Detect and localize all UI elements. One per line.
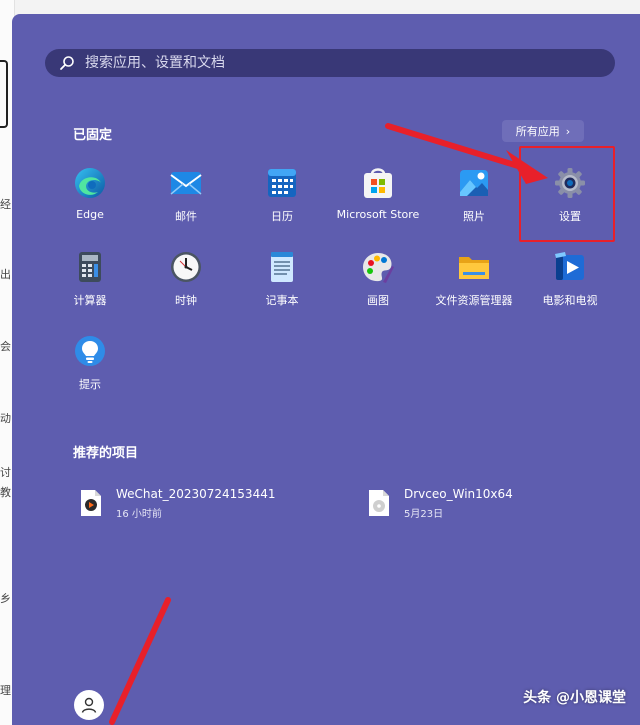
photos-icon [460,170,488,196]
movies-tv-icon [555,252,584,280]
user-icon [81,697,97,713]
recommended-item[interactable]: WeChat_20230724153441 16 小时前 [80,487,275,520]
file-explorer-icon [459,257,489,279]
settings-highlight-frame [519,146,615,242]
pinned-app-label: Edge [76,208,104,221]
pinned-app-movies-tv[interactable]: 电影和电视 [522,250,618,324]
recommended-item-time: 5月23日 [404,509,444,520]
recommended-item-name: WeChat_20230724153441 [116,487,276,501]
notepad-icon [271,252,293,282]
pinned-app-label: 文件资源管理器 [435,294,513,307]
search-input[interactable] [83,54,567,72]
recommended-item-time: 16 小时前 [116,509,162,520]
pinned-app-label: 画图 [367,294,389,307]
pinned-app-notepad[interactable]: 记事本 [234,250,330,324]
chevron-right-icon: › [565,124,571,138]
pinned-app-label: 邮件 [175,210,197,223]
pinned-section-title: 已固定 [73,128,113,143]
start-menu: 已固定 所有应用 › Edge 邮件 [12,14,640,725]
pinned-app-paint[interactable]: 画图 [330,250,426,324]
calendar-icon [268,169,296,197]
pinned-app-label: 时钟 [175,294,197,307]
pinned-app-file-explorer[interactable]: 文件资源管理器 [426,250,522,324]
background-selection-outline [0,60,8,128]
tips-icon [75,336,105,366]
recommended-item[interactable]: Drvceo_Win10x64 5月23日 [368,487,513,520]
pinned-app-calculator[interactable]: 计算器 [42,250,138,324]
pinned-app-tips[interactable]: 提示 [42,334,138,408]
pinned-app-photos[interactable]: 照片 [426,166,522,240]
pinned-app-label: 记事本 [265,294,299,307]
recommended-section-title: 推荐的项目 [73,446,139,461]
pinned-app-microsoft-store[interactable]: Microsoft Store [330,166,426,240]
all-apps-button[interactable]: 所有应用 › [502,120,584,142]
pinned-app-label: 照片 [463,210,485,223]
mail-icon [170,172,202,195]
user-avatar-button[interactable] [74,690,104,720]
watermark-text: 头条 @小恩课堂 [523,690,626,706]
pinned-app-mail[interactable]: 邮件 [138,166,234,240]
pinned-app-calendar[interactable]: 日历 [234,166,330,240]
search-box[interactable] [45,49,615,77]
pinned-app-label: Microsoft Store [336,208,420,221]
pinned-app-label: 计算器 [73,294,107,307]
edge-icon [75,168,105,198]
recommended-item-name: Drvceo_Win10x64 [404,487,513,501]
all-apps-label: 所有应用 [515,125,560,138]
video-file-icon [81,490,101,516]
pinned-app-label: 电影和电视 [542,294,598,307]
pinned-app-edge[interactable]: Edge [42,166,138,240]
search-icon [60,56,74,70]
store-icon [364,168,392,198]
paint-icon [363,253,394,283]
calculator-icon [79,252,101,282]
disc-image-icon [369,490,389,516]
pinned-app-label: 日历 [271,210,293,223]
clock-icon [171,252,201,282]
pinned-app-clock[interactable]: 时钟 [138,250,234,324]
pinned-app-label: 提示 [79,378,101,391]
